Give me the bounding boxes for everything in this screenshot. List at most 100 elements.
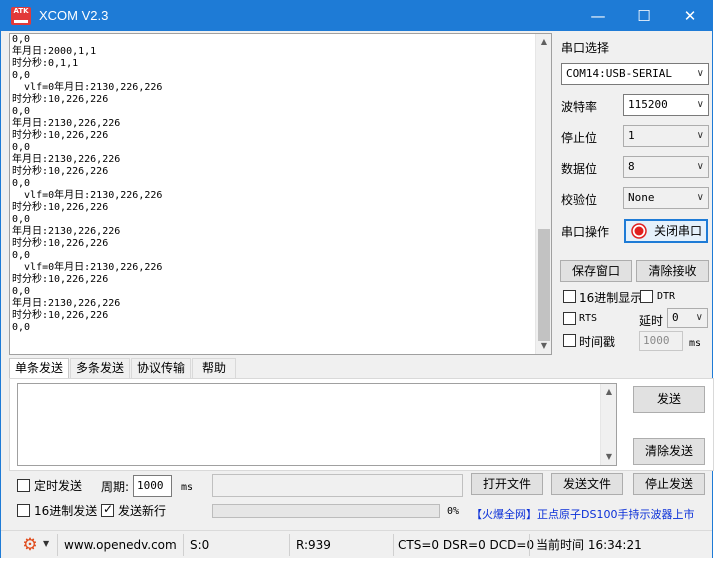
status-bar: ⚙ ▼ www.openedv.com S:0 R:939 CTS=0 DSR=…: [1, 530, 712, 558]
clear-send-button[interactable]: 清除发送: [633, 438, 705, 465]
receive-line: vlf=0年月日:2130,226,226: [12, 262, 163, 273]
rts-checkbox[interactable]: [563, 312, 576, 325]
gear-icon[interactable]: ⚙: [21, 536, 39, 554]
tab-help[interactable]: 帮助: [192, 358, 236, 378]
send-progress-bar: [212, 504, 440, 518]
close-port-button[interactable]: 关闭串口: [624, 219, 708, 243]
receive-line: 年月日:2130,226,226: [12, 226, 121, 237]
timestamp-checkbox[interactable]: [563, 334, 576, 347]
chevron-down-icon: ∨: [696, 130, 704, 141]
file-path-input[interactable]: [212, 474, 463, 497]
progress-text: 0%: [447, 506, 460, 517]
received-count: R:939: [289, 534, 393, 556]
dtr-checkbox[interactable]: [640, 290, 653, 303]
window-title: XCOM V2.3: [39, 8, 109, 23]
tab-panel: ▲ ▼: [9, 378, 714, 471]
receive-line: 年月日:2000,1,1: [12, 46, 97, 57]
dtr-label: DTR: [657, 291, 676, 302]
parity-value: None: [628, 191, 655, 204]
period-unit: ms: [181, 482, 194, 493]
maximize-button[interactable]: ☐: [621, 1, 667, 31]
port-select[interactable]: COM14:USB-SERIAL ∨: [561, 63, 709, 85]
receive-line: 时分秒:10,226,226: [12, 310, 109, 321]
close-button[interactable]: ✕: [667, 1, 713, 31]
receive-line: 0,0: [12, 106, 31, 117]
delay-select[interactable]: 0 ∨: [667, 308, 708, 328]
chevron-down-icon: ∨: [696, 68, 704, 79]
ad-link[interactable]: 【火爆全网】正点原子DS100手持示波器上市: [471, 506, 694, 522]
delay-label: 延时: [639, 314, 664, 328]
send-newline-label: 发送新行: [118, 504, 167, 518]
databits-select[interactable]: 8 ∨: [623, 156, 709, 178]
tab-multi-send[interactable]: 多条发送: [70, 358, 130, 378]
receive-textarea[interactable]: 0,0 年月日:2000,1,1 时分秒:0,1,1 0,0 vlf=0年月日:213…: [9, 33, 552, 355]
receive-line: 0,0: [12, 322, 31, 333]
port-op-label: 串口操作: [561, 225, 610, 239]
receive-line: 0,0: [12, 34, 31, 45]
period-input[interactable]: 1000: [133, 475, 172, 497]
period-label: 周期:: [101, 480, 130, 494]
scroll-down-icon[interactable]: ▼: [536, 338, 551, 354]
scroll-up-icon[interactable]: ▲: [536, 34, 551, 50]
signal-status: CTS=0 DSR=0 DCD=0: [393, 534, 534, 556]
timestamp-label: 时间戳: [579, 335, 616, 349]
hex-display-checkbox[interactable]: [563, 290, 576, 303]
parity-label: 校验位: [561, 193, 598, 207]
receive-line: 0,0: [12, 178, 31, 189]
receive-line: 0,0: [12, 214, 31, 225]
open-file-button[interactable]: 打开文件: [471, 473, 543, 495]
send-textarea[interactable]: ▲ ▼: [17, 383, 617, 466]
send-button[interactable]: 发送: [633, 386, 705, 413]
receive-line: 时分秒:10,226,226: [12, 166, 109, 177]
baud-label: 波特率: [561, 100, 598, 114]
stopbits-select[interactable]: 1 ∨: [623, 125, 709, 147]
receive-line: 时分秒:10,226,226: [12, 94, 109, 105]
receive-line: 时分秒:0,1,1: [12, 58, 79, 69]
send-file-button[interactable]: 发送文件: [551, 473, 623, 495]
send-newline-checkbox[interactable]: [101, 502, 114, 517]
scroll-down-icon[interactable]: ▼: [601, 449, 617, 465]
hex-send-label: 16进制发送: [34, 504, 98, 518]
receive-line: vlf=0年月日:2130,226,226: [12, 82, 163, 93]
send-scrollbar[interactable]: ▲ ▼: [600, 384, 616, 465]
databits-value: 8: [628, 160, 635, 173]
receive-line: 年月日:2130,226,226: [12, 118, 121, 129]
chevron-down-icon: ∨: [696, 99, 704, 110]
website-link[interactable]: www.openedv.com: [57, 534, 181, 556]
baud-select[interactable]: 115200 ∨: [623, 94, 709, 116]
minimize-button[interactable]: —: [575, 1, 621, 31]
port-status-icon: [631, 223, 647, 239]
receive-line: 0,0: [12, 142, 31, 153]
hex-send-checkbox[interactable]: [17, 504, 30, 517]
port-select-label: 串口选择: [561, 41, 610, 55]
sent-count: S:0: [183, 534, 289, 556]
receive-scrollbar[interactable]: ▲ ▼: [535, 34, 551, 354]
parity-select[interactable]: None ∨: [623, 187, 709, 209]
save-window-button[interactable]: 保存窗口: [560, 260, 632, 282]
timed-send-checkbox[interactable]: [17, 479, 30, 492]
databits-label: 数据位: [561, 162, 598, 176]
scroll-up-icon[interactable]: ▲: [601, 384, 617, 400]
app-logo-icon: ATK: [11, 7, 31, 25]
baud-value: 115200: [628, 98, 668, 111]
receive-line: 年月日:2130,226,226: [12, 298, 121, 309]
clear-receive-button[interactable]: 清除接收: [636, 260, 709, 282]
title-bar[interactable]: ATK XCOM V2.3 — ☐ ✕: [1, 1, 712, 31]
timestamp-input[interactable]: 1000: [639, 331, 683, 351]
receive-line: 0,0: [12, 286, 31, 297]
timestamp-unit: ms: [689, 338, 702, 349]
receive-line: 时分秒:10,226,226: [12, 130, 109, 141]
chevron-down-icon[interactable]: ▼: [43, 539, 49, 548]
xcom-window: ATK XCOM V2.3 — ☐ ✕ 0,0 年月日:2000,1,1 时分秒:0…: [0, 0, 714, 558]
receive-line: 0,0: [12, 250, 31, 261]
receive-line: 0,0: [12, 70, 31, 81]
delay-value: 0: [672, 311, 679, 324]
scroll-thumb[interactable]: [538, 229, 550, 341]
close-port-label: 关闭串口: [654, 224, 703, 238]
chevron-down-icon: ∨: [696, 192, 704, 203]
hex-display-label: 16进制显示: [579, 291, 643, 305]
tab-single-send[interactable]: 单条发送: [9, 358, 69, 379]
rts-label: RTS: [579, 313, 598, 324]
stop-send-button[interactable]: 停止发送: [633, 473, 705, 495]
tab-protocol[interactable]: 协议传输: [131, 358, 191, 378]
